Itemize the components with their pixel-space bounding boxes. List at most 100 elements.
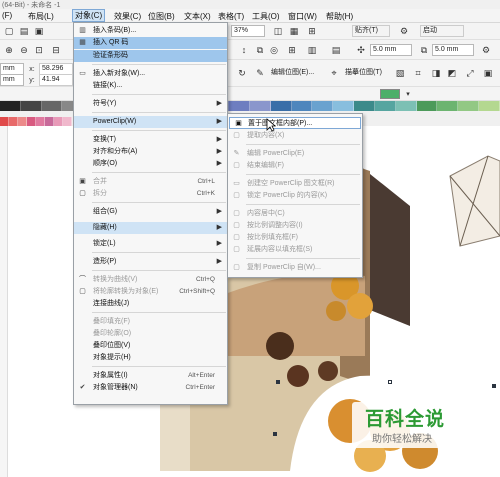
menu-file[interactable]: (F) [0, 11, 14, 20]
palette-swatch[interactable] [9, 117, 18, 126]
palette-swatch[interactable] [395, 101, 417, 111]
scale-icon[interactable]: ⤢ [464, 67, 476, 79]
open-icon[interactable]: ▤ [18, 25, 30, 37]
nudge-distance-icon[interactable]: ✣ [355, 44, 367, 56]
palette-swatch[interactable] [437, 101, 459, 111]
palette-swatch[interactable] [270, 101, 292, 111]
menu-item-object-manager[interactable]: ✔ 对象管理器(N) Ctrl+Enter [74, 382, 227, 394]
menu-item-insert-barcode[interactable]: ▥ 插入条码(B)... [74, 25, 227, 37]
palette-swatch[interactable] [374, 101, 396, 111]
menu-item-order[interactable]: 顺序(O) ▶ [74, 158, 227, 170]
selection-handle[interactable] [273, 432, 277, 436]
mask-icon[interactable]: ◨ [430, 67, 442, 79]
crop-icon[interactable]: ⌗ [412, 67, 424, 79]
zoom-in-icon[interactable]: ⊕ [3, 44, 15, 56]
launch-dropdown[interactable]: 启动 [420, 25, 464, 37]
fill-icon[interactable]: ▣ [482, 67, 494, 79]
palette-swatch[interactable] [0, 117, 9, 126]
menu-item-transform[interactable]: 变换(T) ▶ [74, 134, 227, 146]
palette-swatch[interactable] [45, 117, 54, 126]
menu-layout[interactable]: 布局(L) [26, 11, 56, 22]
menu-item-insert-qr[interactable]: ▦ 插入 QR 码 [74, 37, 227, 49]
transparency-icon[interactable]: ◩ [446, 67, 458, 79]
grid-icon[interactable]: ⊞ [306, 25, 318, 37]
settings-icon[interactable]: ⚙ [480, 44, 492, 56]
menu-effects[interactable]: 效果(C) [112, 11, 143, 22]
palette-swatch[interactable] [333, 101, 355, 111]
palette-swatch[interactable] [27, 117, 36, 126]
zoom-page-icon[interactable]: ⊡ [33, 44, 45, 56]
duplicate-distance-icon[interactable]: ⧉ [418, 44, 430, 56]
menu-item-place-inside-frame[interactable]: ▣ 置于图文框内部(P)... [229, 117, 361, 129]
palette-swatch[interactable] [416, 101, 438, 111]
menu-item-object-hints[interactable]: 对象提示(H) [74, 352, 227, 364]
zoom-width-icon[interactable]: ⊟ [50, 44, 62, 56]
new-icon[interactable]: ▢ [3, 25, 15, 37]
palette-swatch[interactable] [479, 101, 500, 111]
palette-swatch[interactable] [249, 101, 271, 111]
menu-item-lock[interactable]: 锁定(L) ▶ [74, 238, 227, 250]
menu-item-object-properties[interactable]: 对象属性(I) Alt+Enter [74, 370, 227, 382]
y-position-field[interactable]: 41.94 mm [39, 74, 73, 93]
palette-swatch[interactable] [229, 101, 250, 111]
palette-swatch[interactable] [54, 117, 63, 126]
menu-item-validate-barcode[interactable]: 验证条形码 [74, 50, 227, 62]
trace-bitmap-icon[interactable]: ⌖ [328, 67, 340, 79]
menu-text[interactable]: 文本(X) [182, 11, 213, 22]
zoom-out-icon[interactable]: ⊖ [18, 44, 30, 56]
menu-bitmaps[interactable]: 位图(B) [146, 11, 177, 22]
menu-item-insert-object[interactable]: ▭ 插入新对象(W)... [74, 68, 227, 80]
palette-swatch[interactable] [291, 101, 313, 111]
height-field[interactable]: mm [0, 74, 24, 86]
fill-color-swatch[interactable] [380, 89, 400, 99]
nudge-icon[interactable]: ↕ [238, 44, 250, 56]
palette-swatch[interactable] [458, 101, 480, 111]
palette-swatch[interactable] [354, 101, 375, 111]
selection-handle[interactable] [388, 380, 392, 384]
palette-swatch[interactable] [0, 101, 21, 111]
full-screen-icon[interactable]: ◫ [272, 25, 284, 37]
palette-swatch[interactable] [41, 101, 63, 111]
menu-item-overprint-bitmap[interactable]: 叠印位图(V) [74, 340, 227, 352]
menu-item-group[interactable]: 组合(G) ▶ [74, 206, 227, 218]
palette-swatch[interactable] [20, 101, 42, 111]
menu-item-links[interactable]: 链接(K)... [74, 80, 227, 92]
menu-item-align-distribute[interactable]: 对齐和分布(A) ▶ [74, 146, 227, 158]
menu-item-powerclip[interactable]: PowerClip(W) ▶ [74, 116, 227, 128]
palette-swatch[interactable] [36, 117, 45, 126]
menu-item-join-curves[interactable]: 连接曲线(J) [74, 298, 227, 310]
menu-window[interactable]: 窗口(W) [286, 11, 319, 22]
selection-handle[interactable] [492, 384, 496, 388]
nudge-distance-field[interactable]: 5.0 mm [370, 44, 412, 56]
snap-to-dropdown[interactable]: 贴齐(T) [352, 25, 390, 37]
options-gear-icon[interactable]: ⚙ [398, 25, 410, 37]
trace-bitmap-button[interactable]: 描摹位图(T) [342, 67, 388, 79]
layout-icon[interactable]: ▥ [306, 44, 318, 56]
submenu-arrow-icon: ▶ [216, 136, 222, 143]
menu-help[interactable]: 帮助(H) [324, 11, 355, 22]
chevron-down-icon[interactable]: ▾ [402, 88, 414, 100]
edit-bitmap-icon[interactable]: ✎ [254, 67, 266, 79]
menu-item-shaping[interactable]: 造形(P) ▶ [74, 256, 227, 268]
menu-item-stretch-contents: ▢ 延展内容以填充框(S) [233, 246, 313, 253]
resample-icon[interactable]: ▧ [394, 67, 406, 79]
duplicate-distance-field[interactable]: 5.0 mm [432, 44, 474, 56]
palette-swatch[interactable] [312, 101, 334, 111]
hints-icon[interactable]: ◎ [268, 44, 280, 56]
menu-object[interactable]: 对象(C) [72, 9, 106, 22]
menu-tools[interactable]: 工具(O) [250, 11, 282, 22]
menu-table[interactable]: 表格(T) [216, 11, 246, 22]
duplicate-icon[interactable]: ⧉ [254, 44, 266, 56]
show-rulers-icon[interactable]: ▦ [288, 25, 300, 37]
menu-item-symbol[interactable]: 符号(Y) ▶ [74, 98, 227, 110]
menu-item-hide[interactable]: 隐藏(H) ▶ [74, 222, 227, 234]
palette-swatch[interactable] [63, 117, 72, 126]
rotate-icon[interactable]: ↻ [236, 67, 248, 79]
save-icon[interactable]: ▣ [33, 25, 45, 37]
text-frames-icon[interactable]: ▤ [330, 44, 342, 56]
selection-handle[interactable] [276, 380, 280, 384]
palette-swatch[interactable] [18, 117, 27, 126]
edit-bitmap-button[interactable]: 编辑位图(E)... [268, 67, 324, 79]
zoom-level-field[interactable]: 37% [231, 25, 265, 37]
pages-icon[interactable]: ⊞ [286, 44, 298, 56]
